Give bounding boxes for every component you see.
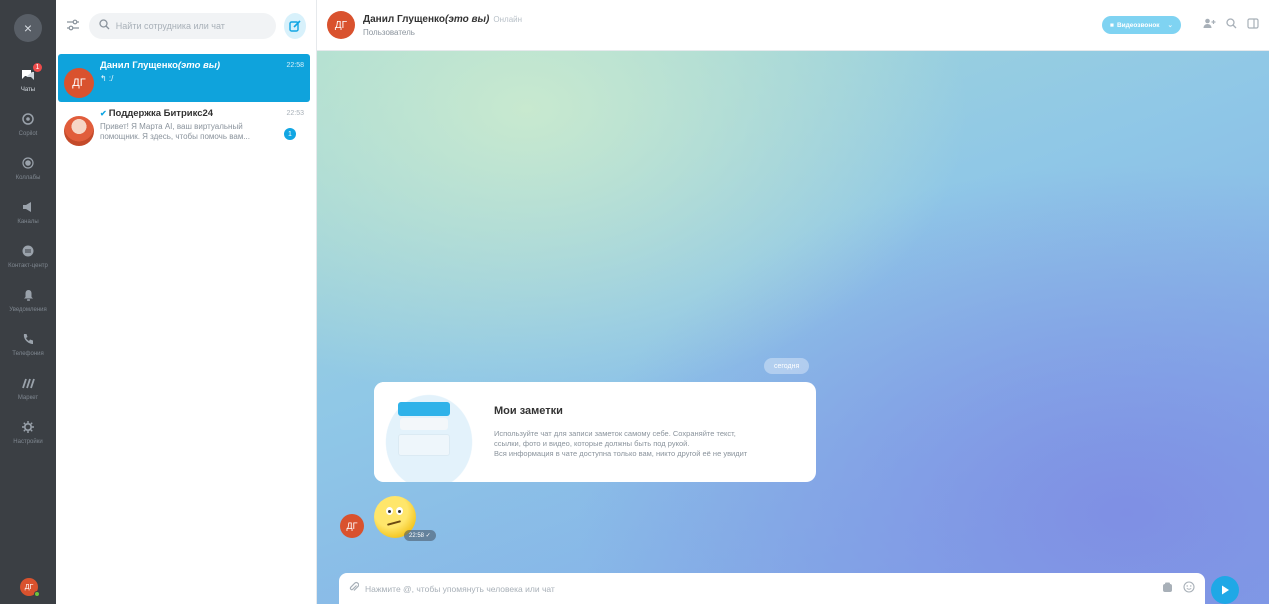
- template-icon[interactable]: [1162, 582, 1173, 596]
- rail-label: Контакт-центр: [8, 263, 48, 269]
- rail-label: Уведомления: [9, 307, 47, 313]
- camera-icon: ■: [1110, 21, 1114, 29]
- video-call-button[interactable]: ■ Видеозвонок ⌄: [1102, 16, 1181, 34]
- market-icon: [19, 374, 37, 392]
- copilot-icon: [19, 110, 37, 128]
- unread-badge: 1: [33, 63, 42, 72]
- search-icon: [99, 19, 110, 33]
- rail-item-channels[interactable]: Каналы: [0, 192, 56, 231]
- contact-center-icon: [19, 242, 37, 260]
- emoji-picker-icon[interactable]: [1183, 581, 1195, 596]
- rail-item-telephony[interactable]: Телефония: [0, 324, 56, 363]
- message-avatar[interactable]: ДГ: [340, 514, 364, 538]
- chat-time: 22:53: [286, 110, 304, 117]
- verified-icon: ✔: [100, 109, 107, 118]
- chat-last-message: ↰ :/: [100, 74, 114, 83]
- search-input[interactable]: [115, 21, 266, 31]
- online-status: Онлайн: [493, 14, 523, 24]
- avatar: [64, 116, 94, 146]
- chat-time: 22:58: [286, 62, 304, 69]
- send-button[interactable]: [1211, 576, 1239, 604]
- close-icon[interactable]: ×: [14, 14, 42, 42]
- user-role: Пользователь: [363, 27, 415, 37]
- rail-item-notifications[interactable]: Уведомления: [0, 280, 56, 319]
- rail-item-chats[interactable]: 1 Чаты: [0, 60, 56, 99]
- rail-label: Copilot: [18, 131, 38, 137]
- search-icon[interactable]: [1226, 18, 1237, 32]
- rail-label: Чаты: [20, 87, 36, 93]
- notes-description: Используйте чат для записи заметок самом…: [494, 429, 748, 458]
- filter-icon[interactable]: [66, 19, 85, 34]
- chat-last-message: Привет! Я Марта AI, ваш виртуальный помо…: [100, 122, 251, 141]
- rail-label: Настройки: [13, 439, 43, 445]
- channels-icon: [19, 198, 37, 216]
- message-composer: [339, 573, 1205, 604]
- collab-icon: [19, 154, 37, 172]
- video-call-label: Видеозвонок: [1116, 21, 1160, 29]
- rail-label: Маркет: [17, 395, 39, 401]
- chat-header: ДГ Данил Глущенко(это вы) Онлайн Пользова…: [317, 0, 1269, 51]
- rail-item-collabs[interactable]: Коллабы: [0, 148, 56, 187]
- avatar[interactable]: ДГ: [327, 11, 355, 39]
- rail-label: Коллабы: [15, 175, 41, 181]
- rail-label: Телефония: [12, 351, 44, 357]
- left-rail: × 1 Чаты Copilot Коллабы Каналы Контакт-…: [0, 0, 56, 604]
- chat-area: ДГ Данил Глущенко(это вы) Онлайн Пользова…: [317, 0, 1269, 604]
- rail-item-market[interactable]: Маркет: [0, 368, 56, 407]
- send-icon: [1222, 585, 1229, 595]
- chat-name: ✔ Поддержка Битрикс24: [100, 108, 214, 119]
- search-box[interactable]: [88, 13, 276, 39]
- add-user-icon[interactable]: [1203, 18, 1216, 32]
- rail-item-settings[interactable]: Настройки: [0, 412, 56, 451]
- chat-list-item-self[interactable]: ДГ Данил Глущенко(это вы) 22:58 ↰ :/: [58, 54, 310, 102]
- rail-label: Каналы: [17, 219, 39, 225]
- phone-icon: [19, 330, 37, 348]
- rail-item-contact-center[interactable]: Контакт-центр: [0, 236, 56, 275]
- chat-list-item-support[interactable]: ✔ Поддержка Битрикс24 22:53 Привет! Я Мар…: [58, 102, 310, 150]
- chat-name: Данил Глущенко(это вы): [100, 60, 221, 71]
- online-indicator: [34, 591, 40, 597]
- notes-info-card: Мои заметки Используйте чат для записи з…: [374, 382, 816, 482]
- bell-icon: [19, 286, 37, 304]
- unread-counter: 1: [284, 128, 296, 140]
- notes-title: Мои заметки: [494, 405, 563, 417]
- chat-list-panel: ДГ Данил Глущенко(это вы) 22:58 ↰ :/ ✔По…: [56, 0, 317, 604]
- chat-title[interactable]: Данил Глущенко(это вы) Онлайн: [363, 14, 522, 25]
- notes-illustration: [374, 382, 484, 482]
- message-input[interactable]: [365, 583, 1152, 594]
- rail-item-copilot[interactable]: Copilot: [0, 104, 56, 143]
- attach-icon[interactable]: [349, 581, 360, 596]
- list-toolbar: [56, 0, 316, 52]
- sidebar-panel-icon[interactable]: [1247, 18, 1259, 32]
- gear-icon: [19, 418, 37, 436]
- chevron-down-icon[interactable]: ⌄: [1168, 21, 1173, 29]
- message-time: 22:58 ✓: [404, 530, 436, 541]
- new-chat-button[interactable]: [283, 13, 306, 39]
- compose-icon: [289, 20, 301, 32]
- date-separator: сегодня: [764, 358, 810, 374]
- avatar: ДГ: [64, 68, 94, 98]
